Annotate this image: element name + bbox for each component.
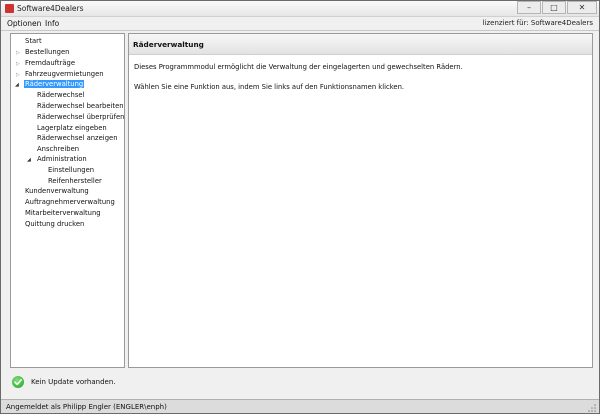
nav-item-label: Reifenhersteller — [48, 177, 102, 185]
nav-item-reifenhersteller[interactable]: Reifenhersteller — [47, 177, 103, 186]
app-icon — [5, 4, 14, 13]
window-controls: – □ ✕ — [516, 1, 597, 14]
nav-item-bestellungen[interactable]: Bestellungen — [24, 48, 70, 57]
nav-item-label: Räderwechsel — [37, 91, 85, 99]
maximize-button[interactable]: □ — [542, 1, 566, 14]
nav-item-anschreiben[interactable]: Anschreiben — [36, 145, 80, 154]
collapse-arrow-icon[interactable]: ◢ — [15, 82, 19, 88]
license-info: lizenziert für: Software4Dealers — [482, 19, 593, 27]
nav-item-auftragnehmerverwaltung[interactable]: Auftragnehmerverwaltung — [24, 198, 116, 207]
nav-item-label: Kundenverwaltung — [25, 187, 89, 195]
nav-item-label: Lagerplatz eingeben — [37, 124, 107, 132]
title-bar[interactable]: Software4Dealers – □ ✕ — [1, 1, 599, 17]
nav-item-raederwechsel[interactable]: Räderwechsel — [36, 91, 85, 100]
nav-item-fahrzeugvermietungen[interactable]: Fahrzeugvermietungen — [24, 70, 105, 79]
nav-item-einstellungen[interactable]: Einstellungen — [47, 166, 95, 175]
nav-item-kundenverwaltung[interactable]: Kundenverwaltung — [24, 187, 90, 196]
login-status: Angemeldet als Philipp Engler (ENGLER\en… — [6, 403, 167, 411]
collapse-arrow-icon[interactable]: ◢ — [27, 157, 31, 163]
nav-item-label: Quittung drucken — [25, 220, 85, 228]
menu-optionen[interactable]: Optionen — [7, 19, 41, 28]
expand-arrow-icon[interactable]: ▷ — [16, 50, 20, 56]
nav-item-label: Einstellungen — [48, 166, 95, 174]
nav-item-label: Fremdaufträge — [25, 59, 76, 67]
nav-item-quittung-drucken[interactable]: Quittung drucken — [24, 220, 85, 229]
nav-item-label: Räderwechsel anzeigen — [37, 134, 118, 142]
nav-item-label: Administration — [37, 155, 87, 163]
update-message: Kein Update vorhanden. — [31, 378, 116, 386]
content-header: Räderverwaltung — [129, 34, 592, 55]
nav-item-label: Anschreiben — [37, 145, 80, 153]
app-window: Software4Dealers – □ ✕ Optionen Info liz… — [0, 0, 600, 414]
content-panel: Räderverwaltung Dieses Programmmodul erm… — [128, 33, 593, 368]
minimize-button[interactable]: – — [517, 1, 541, 14]
menu-info[interactable]: Info — [45, 19, 59, 28]
resize-grip-icon[interactable] — [587, 403, 597, 413]
nav-item-mitarbeiterverwaltung[interactable]: Mitarbeiterverwaltung — [24, 209, 102, 218]
navigation-tree: Start ▷ Bestellungen ▷ Fremdaufträge ▷ F… — [10, 33, 125, 368]
nav-item-raederwechsel-anzeigen[interactable]: Räderwechsel anzeigen — [36, 134, 119, 143]
nav-item-raederverwaltung[interactable]: Räderverwaltung — [24, 80, 85, 89]
nav-item-label: Räderverwaltung — [24, 80, 85, 88]
nav-item-label: Mitarbeiterverwaltung — [25, 209, 101, 217]
status-bar: Angemeldet als Philipp Engler (ENGLER\en… — [1, 399, 599, 413]
content-title: Räderverwaltung — [133, 40, 204, 49]
nav-item-fremdauftraege[interactable]: Fremdaufträge — [24, 59, 76, 68]
minimize-icon: – — [527, 3, 531, 12]
nav-item-label: Räderwechsel bearbeiten — [37, 102, 124, 110]
maximize-icon: □ — [550, 3, 558, 12]
content-instruction: Wählen Sie eine Funktion aus, indem Sie … — [134, 83, 405, 91]
nav-item-label: Bestellungen — [25, 48, 70, 56]
nav-item-lagerplatz-eingeben[interactable]: Lagerplatz eingeben — [36, 124, 108, 133]
checkmark-icon — [12, 376, 24, 388]
nav-item-label: Fahrzeugvermietungen — [25, 70, 104, 78]
content-description: Dieses Programmmodul ermöglicht die Verw… — [134, 63, 463, 71]
nav-item-label: Auftragnehmerverwaltung — [25, 198, 115, 206]
close-button[interactable]: ✕ — [567, 1, 597, 14]
nav-item-administration[interactable]: Administration — [36, 155, 88, 164]
window-title: Software4Dealers — [17, 4, 84, 13]
nav-item-label: Start — [25, 37, 42, 45]
nav-item-raederwechsel-bearbeiten[interactable]: Räderwechsel bearbeiten — [36, 102, 125, 111]
expand-arrow-icon[interactable]: ▷ — [16, 72, 20, 78]
nav-item-label: Räderwechsel überprüfen — [37, 113, 125, 121]
nav-item-start[interactable]: Start — [24, 37, 43, 46]
close-icon: ✕ — [578, 3, 586, 12]
menu-bar: Optionen Info lizenziert für: Software4D… — [1, 17, 599, 31]
expand-arrow-icon[interactable]: ▷ — [16, 61, 20, 67]
nav-item-raederwechsel-ueberpruefen[interactable]: Räderwechsel überprüfen — [36, 113, 125, 122]
